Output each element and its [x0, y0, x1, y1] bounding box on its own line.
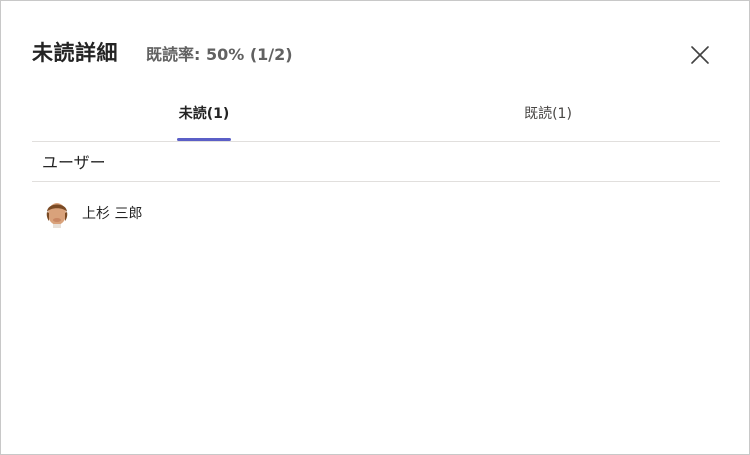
- close-icon: [691, 46, 709, 64]
- user-name: 上杉 三郎: [82, 206, 143, 222]
- tab-bar: 未読(1) 既読(1): [32, 99, 720, 142]
- dialog-title: 未読詳細: [32, 41, 118, 65]
- tab-read-label: 既読(1): [524, 106, 572, 122]
- user-column-header: ユーザー: [32, 141, 720, 182]
- user-column-header-label: ユーザー: [42, 153, 106, 172]
- user-list-item[interactable]: 上杉 三郎: [32, 191, 720, 235]
- read-details-dialog: 未読詳細 既読率: 50% (1/2) 未読(1) 既読(1) ユーザー 上杉 …: [0, 0, 750, 455]
- read-rate-text: 既読率: 50% (1/2): [146, 45, 293, 64]
- dialog-header: 未読詳細 既読率: 50% (1/2): [32, 37, 293, 67]
- close-button[interactable]: [687, 42, 713, 68]
- tab-unread[interactable]: 未読(1): [177, 99, 231, 141]
- tab-read[interactable]: 既読(1): [519, 99, 577, 141]
- user-avatar-icon: [44, 198, 70, 228]
- tab-unread-label: 未読(1): [178, 106, 230, 122]
